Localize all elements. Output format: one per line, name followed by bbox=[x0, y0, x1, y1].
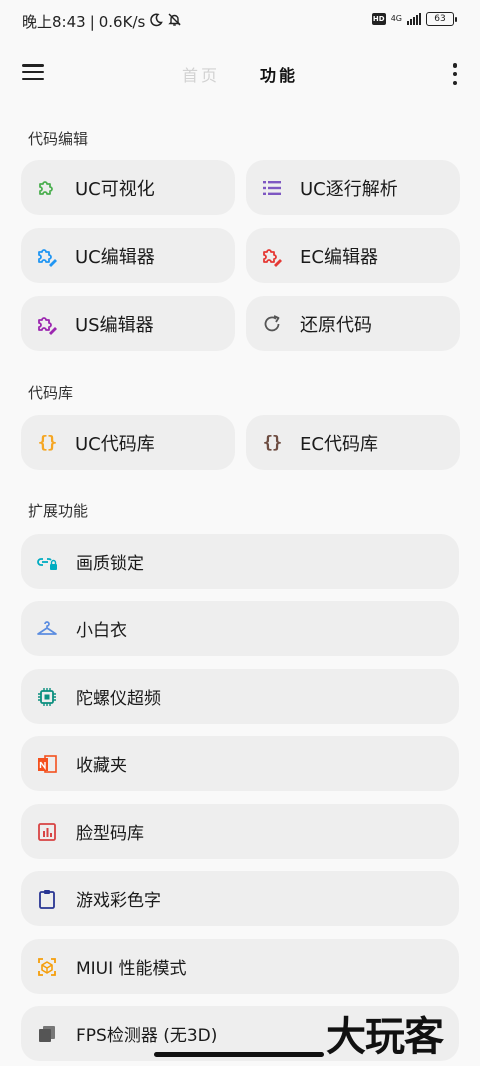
puzzle-icon bbox=[36, 177, 58, 199]
puzzle-edit-icon bbox=[36, 245, 58, 267]
more-options-icon[interactable] bbox=[452, 63, 458, 85]
card-xiaobaiyi[interactable]: 小白衣 bbox=[21, 601, 459, 656]
home-indicator[interactable] bbox=[154, 1052, 324, 1057]
chip-icon bbox=[36, 686, 58, 708]
section-title-code-edit: 代码编辑 bbox=[28, 130, 89, 148]
card-label: UC代码库 bbox=[75, 433, 155, 455]
network-type: 4G bbox=[390, 14, 402, 23]
card-label: EC编辑器 bbox=[300, 246, 378, 268]
card-label: MIUI 性能模式 bbox=[76, 959, 187, 979]
card-uc-line-parse[interactable]: UC逐行解析 bbox=[246, 160, 460, 215]
bell-muted-icon bbox=[167, 12, 182, 31]
watermark-logo: 大玩客 bbox=[326, 1013, 444, 1060]
tab-bar: 首页 功能 bbox=[0, 62, 480, 86]
puzzle-edit-icon bbox=[36, 313, 58, 335]
card-label: 陀螺仪超频 bbox=[76, 689, 161, 709]
status-left: 晚上8:43 | 0.6K/s bbox=[22, 11, 182, 32]
card-uc-editor[interactable]: UC编辑器 bbox=[21, 228, 235, 283]
link-lock-icon bbox=[36, 551, 58, 573]
card-label: 画质锁定 bbox=[76, 554, 144, 574]
card-label: EC代码库 bbox=[300, 433, 378, 455]
chart-icon bbox=[36, 821, 58, 843]
hanger-icon bbox=[36, 618, 58, 640]
status-bar: 晚上8:43 | 0.6K/s HD 4G 63 bbox=[0, 0, 480, 40]
card-label: 脸型码库 bbox=[76, 824, 144, 844]
status-divider: | bbox=[89, 12, 95, 31]
card-label: UC可视化 bbox=[75, 178, 155, 200]
braces-icon: {} bbox=[37, 433, 57, 453]
card-label: 还原代码 bbox=[300, 314, 372, 336]
box-icon bbox=[36, 956, 58, 978]
signal-icon bbox=[407, 13, 421, 25]
card-ec-code-lib[interactable]: {} EC代码库 bbox=[246, 415, 460, 470]
puzzle-edit-icon bbox=[261, 245, 283, 267]
status-right: HD 4G 63 bbox=[371, 12, 457, 26]
card-gyro-overclock[interactable]: 陀螺仪超频 bbox=[21, 669, 459, 724]
refresh-icon bbox=[261, 313, 283, 335]
hd-badge: HD bbox=[371, 13, 386, 25]
card-quality-lock[interactable]: 画质锁定 bbox=[21, 534, 459, 589]
tab-features[interactable]: 功能 bbox=[260, 62, 298, 86]
card-face-code-lib[interactable]: 脸型码库 bbox=[21, 804, 459, 859]
card-label: US编辑器 bbox=[75, 314, 154, 336]
braces-icon: {} bbox=[262, 433, 282, 453]
card-label: UC编辑器 bbox=[75, 246, 155, 268]
card-label: 小白衣 bbox=[76, 621, 127, 641]
card-favorites[interactable]: 收藏夹 bbox=[21, 736, 459, 791]
app-bar: 首页 功能 bbox=[0, 48, 480, 98]
list-icon bbox=[261, 177, 283, 199]
card-uc-code-lib[interactable]: {} UC代码库 bbox=[21, 415, 235, 470]
card-us-editor[interactable]: US编辑器 bbox=[21, 296, 235, 351]
card-label: FPS检测器 (无3D) bbox=[76, 1026, 218, 1046]
card-label: 游戏彩色字 bbox=[76, 891, 161, 911]
section-title-extended: 扩展功能 bbox=[28, 502, 89, 520]
battery-level: 63 bbox=[434, 14, 446, 24]
card-uc-visual[interactable]: UC可视化 bbox=[21, 160, 235, 215]
card-label: UC逐行解析 bbox=[300, 178, 398, 200]
card-game-color-text[interactable]: 游戏彩色字 bbox=[21, 871, 459, 926]
stack-icon bbox=[36, 1023, 58, 1045]
clipboard-icon bbox=[36, 888, 58, 910]
section-title-code-lib: 代码库 bbox=[28, 384, 74, 402]
battery-icon: 63 bbox=[426, 12, 457, 26]
status-net-speed: 0.6K/s bbox=[98, 12, 146, 31]
card-label: 收藏夹 bbox=[76, 756, 127, 776]
tab-home[interactable]: 首页 bbox=[182, 62, 220, 86]
moon-icon bbox=[149, 13, 164, 31]
card-restore-code[interactable]: 还原代码 bbox=[246, 296, 460, 351]
card-ec-editor[interactable]: EC编辑器 bbox=[246, 228, 460, 283]
status-time: 晚上8:43 bbox=[22, 13, 86, 31]
collection-icon bbox=[36, 753, 58, 775]
card-miui-performance[interactable]: MIUI 性能模式 bbox=[21, 939, 459, 994]
